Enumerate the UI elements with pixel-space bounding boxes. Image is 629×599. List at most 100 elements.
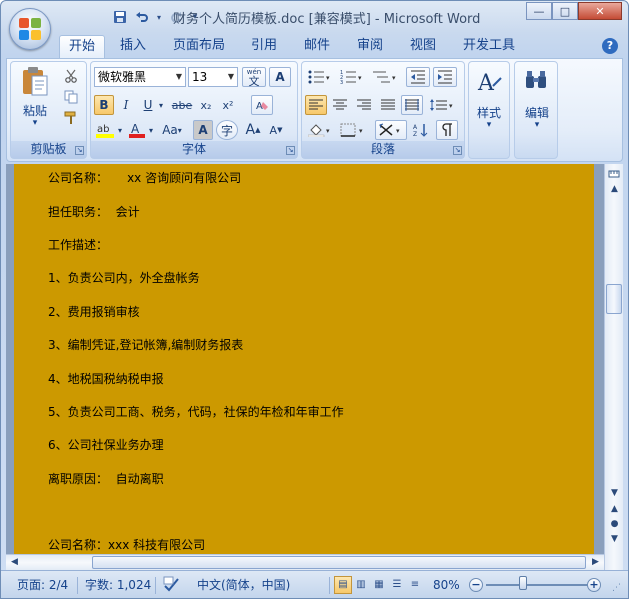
cut-icon[interactable] [61,66,81,86]
font-size-value: 13 [192,70,208,84]
copy-icon[interactable] [61,87,81,107]
chinese-layout-icon[interactable]: ▾ [375,120,407,140]
font-name-combo[interactable]: 微软雅黑 ▼ [94,67,186,87]
multilevel-list-icon[interactable]: ▾ [369,67,401,87]
paste-icon [23,67,48,96]
vertical-scroll-thumb[interactable] [606,284,622,314]
char-border-button[interactable]: A [269,67,291,87]
clipboard-launcher-icon[interactable]: ↘ [75,146,84,155]
page-count-status[interactable]: 页面: 2/4 [17,576,68,594]
char-shading-button[interactable]: A [193,120,213,140]
italic-button[interactable]: I [116,95,136,115]
vertical-scrollbar[interactable]: ▲ ▼ ▲ ● ▼ [604,164,623,570]
zoom-slider[interactable] [486,584,588,586]
show-marks-icon[interactable] [436,120,458,140]
word-count-status[interactable]: 字数: 1,024 [85,576,151,594]
align-right-icon[interactable] [353,95,375,115]
format-painter-icon[interactable] [61,108,81,128]
save-icon[interactable] [111,8,129,26]
change-case-button[interactable]: Aa ▾ [159,120,185,140]
previous-page-icon[interactable]: ▲ [606,502,623,517]
bullets-icon[interactable]: ▾ [305,67,335,87]
triangle-down-icon: ▼ [277,126,283,134]
justify-icon[interactable] [377,95,399,115]
ruler-toggle-icon[interactable] [607,168,621,182]
scroll-left-icon[interactable]: ◀ [6,555,23,570]
editing-label: 编辑 [524,106,549,120]
tab-view[interactable]: 视图 [403,35,443,57]
help-icon[interactable]: ? [602,38,618,54]
zoom-slider-handle[interactable] [519,576,527,590]
paste-button[interactable]: 粘贴 ▾ [17,64,53,128]
language-status[interactable]: 中文(简体，中国) [197,576,290,594]
select-browse-object-icon[interactable]: ● [606,517,623,532]
minimize-button[interactable]: — [526,2,552,20]
print-layout-view-icon[interactable]: ▤ [334,576,352,594]
font-color-dropdown-icon[interactable]: ▾ [147,120,155,140]
font-color-icon[interactable]: A [127,120,147,140]
shrink-font-button[interactable]: A ▼ [265,120,287,140]
subscript-button[interactable]: x₂ [196,95,216,115]
zoom-level[interactable]: 80% [433,576,460,594]
office-button[interactable] [9,8,51,50]
styles-group[interactable]: A 样式 ▾ [468,61,510,159]
font-launcher-icon[interactable]: ↘ [286,146,295,155]
tab-page-layout[interactable]: 页面布局 [166,35,232,57]
highlight-color-icon[interactable]: ab [94,120,116,140]
tab-references[interactable]: 引用 [244,35,284,57]
shading-icon[interactable]: ▾ [305,120,335,140]
horizontal-scrollbar[interactable]: ◀ ▶ [6,554,604,570]
sort-icon[interactable]: AZ [410,120,432,140]
tab-developer[interactable]: 开发工具 [456,35,522,57]
web-layout-view-icon[interactable]: ▦ [370,576,388,594]
decrease-indent-icon[interactable] [406,67,430,87]
borders-icon[interactable]: ▾ [337,120,369,140]
paste-arrow-icon: ▾ [32,118,38,128]
tab-insert[interactable]: 插入 [113,35,153,57]
distributed-icon[interactable] [401,95,423,115]
proofing-icon[interactable] [163,576,181,594]
scroll-up-icon[interactable]: ▲ [606,182,623,197]
tab-mailings[interactable]: 邮件 [297,35,337,57]
next-page-icon[interactable]: ▼ [606,532,623,547]
tab-home[interactable]: 开始 [59,35,105,60]
full-screen-reading-view-icon[interactable]: ▥ [352,576,370,594]
editing-group[interactable]: 编辑 ▾ [514,61,558,159]
svg-text:A: A [131,122,140,136]
undo-icon[interactable] [133,8,151,26]
undo-dropdown-icon[interactable]: ▾ [155,8,163,26]
align-center-icon[interactable] [329,95,351,115]
underline-button[interactable]: U [140,95,156,115]
svg-text:A: A [477,71,495,96]
change-case-label: Aa [162,123,178,137]
outline-view-icon[interactable]: ☰ [388,576,406,594]
enclose-char-button[interactable]: 字 [216,120,238,140]
zoom-in-button[interactable]: + [587,578,601,592]
tab-review[interactable]: 审阅 [350,35,390,57]
underline-dropdown-icon[interactable]: ▾ [156,95,166,115]
strikethrough-button[interactable]: abe [170,95,194,115]
doc-line: 2、费用报销审核 [48,305,140,319]
close-button[interactable]: ✕ [578,2,622,20]
title-bar: ▾ ▾ 财务个人简历模板.doc [兼容模式] - Microsoft Word… [1,1,628,31]
zoom-out-button[interactable]: − [469,578,483,592]
bold-button[interactable]: B [94,95,114,115]
align-left-icon[interactable] [305,95,327,115]
numbering-icon[interactable]: 1 2 3 ▾ [337,67,367,87]
highlight-dropdown-icon[interactable]: ▾ [116,120,124,140]
paragraph-launcher-icon[interactable]: ↘ [453,146,462,155]
line-spacing-icon[interactable]: ▾ [426,95,458,115]
document-page[interactable]: 公司名称： xx 咨询顾问有限公司 担任职务： 会计 工作描述： 1、负责公司内… [14,164,594,554]
horizontal-scroll-thumb[interactable] [92,556,586,569]
resize-grip-icon[interactable]: ⋰ [612,579,621,597]
clear-format-icon[interactable]: A [251,95,273,115]
increase-indent-icon[interactable] [433,67,457,87]
scroll-right-icon[interactable]: ▶ [587,555,604,570]
restore-button[interactable]: □ [552,2,578,20]
draft-view-icon[interactable]: ≡ [406,576,424,594]
phonetic-guide-button[interactable]: wén 文 [242,67,266,87]
grow-font-button[interactable]: A ▲ [242,120,264,140]
font-size-combo[interactable]: 13 ▼ [188,67,238,87]
superscript-button[interactable]: x² [218,95,238,115]
scroll-down-icon[interactable]: ▼ [606,486,623,501]
